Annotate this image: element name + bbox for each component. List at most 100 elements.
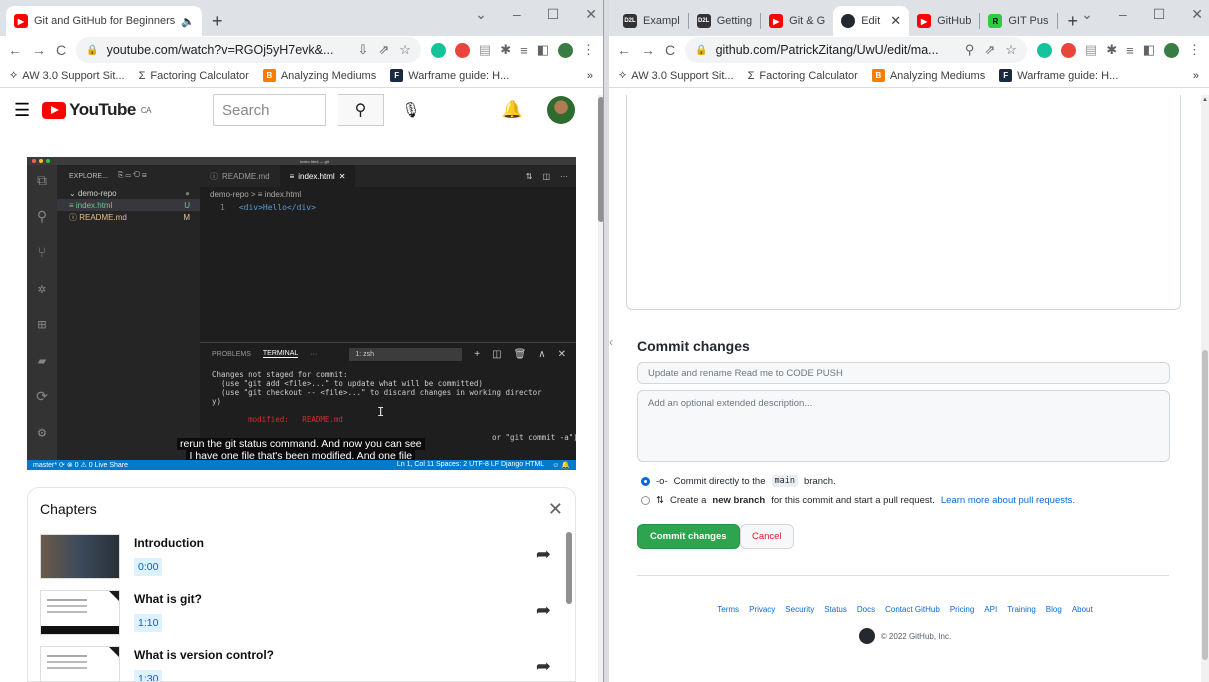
bookmark-item[interactable]: B Analyzing Mediums xyxy=(262,69,376,82)
back-icon[interactable]: ← xyxy=(8,42,22,58)
chapter-timestamp[interactable]: 1:10 xyxy=(134,614,163,632)
bookmark-item[interactable]: Σ Factoring Calculator xyxy=(139,70,249,82)
footer-link[interactable]: Blog xyxy=(1046,605,1062,614)
close-icon[interactable]: ✕ xyxy=(548,499,563,520)
footer-link[interactable]: Terms xyxy=(717,605,739,614)
back-icon[interactable]: ← xyxy=(617,42,631,58)
bookmark-item[interactable]: ⟡ AW 3.0 Support Sit... xyxy=(10,69,125,82)
bookmark-star-icon[interactable]: ☆ xyxy=(399,42,411,58)
bookmark-item[interactable]: Σ Factoring Calculator xyxy=(748,70,858,82)
bookmark-star-icon[interactable]: ☆ xyxy=(1005,42,1017,58)
chevron-down-icon[interactable]: ⌄ xyxy=(475,6,487,23)
reload-icon[interactable]: C xyxy=(56,42,66,58)
footer-link[interactable]: Security xyxy=(785,605,814,614)
hamburger-menu-icon[interactable]: ☰ xyxy=(14,100,30,121)
extensions-puzzle-icon[interactable]: ✱ xyxy=(1106,42,1117,58)
footer-link[interactable]: Docs xyxy=(857,605,875,614)
tab-edit[interactable]: Edit ✕ xyxy=(833,6,910,36)
maximize-icon[interactable]: ☐ xyxy=(547,6,560,23)
chapter-item[interactable]: What is git? 1:10 ➦ xyxy=(28,586,575,640)
footer-link[interactable]: Contact GitHub xyxy=(885,605,940,614)
close-window-icon[interactable]: ✕ xyxy=(585,6,597,23)
commit-description-textarea[interactable]: Add an optional extended description... xyxy=(637,390,1170,462)
search-button[interactable]: ⚲ xyxy=(337,94,384,126)
commit-new-branch-option[interactable]: ⇅ Create a new branch for this commit and … xyxy=(641,495,1075,506)
footer-link[interactable]: Training xyxy=(1007,605,1036,614)
cancel-button[interactable]: Cancel xyxy=(740,524,794,549)
commit-direct-option[interactable]: -o- Commit directly to the main branch. xyxy=(641,475,836,487)
profile-avatar-icon[interactable] xyxy=(558,42,573,58)
zoom-icon[interactable]: ⚲ xyxy=(965,42,975,58)
commit-changes-button[interactable]: Commit changes xyxy=(637,524,740,549)
chapter-timestamp[interactable]: 0:00 xyxy=(134,558,163,576)
reading-list-icon[interactable]: ≡ xyxy=(520,43,528,58)
close-window-icon[interactable]: ✕ xyxy=(1191,6,1203,23)
new-tab-button[interactable]: + xyxy=(202,6,233,36)
footer-link[interactable]: About xyxy=(1072,605,1093,614)
bookmark-item[interactable]: B Analyzing Mediums xyxy=(871,69,985,82)
tab[interactable]: D2L Getting xyxy=(689,6,760,36)
footer-link[interactable]: Privacy xyxy=(749,605,775,614)
file-editor-area[interactable] xyxy=(626,95,1181,310)
extension-icon[interactable] xyxy=(454,42,470,58)
tab[interactable]: D2L Exampl xyxy=(615,6,688,36)
extension-icon[interactable]: ▤ xyxy=(479,42,491,58)
menu-kebab-icon[interactable]: ⋮ xyxy=(582,42,595,58)
forward-icon[interactable]: → xyxy=(641,42,655,58)
reload-icon[interactable]: C xyxy=(665,42,675,58)
minimize-icon[interactable]: – xyxy=(513,6,521,23)
share-icon[interactable]: ➦ xyxy=(536,544,551,565)
install-icon[interactable]: ⇩ xyxy=(357,42,368,58)
side-panel-icon[interactable]: ◧ xyxy=(537,42,549,58)
voice-search-icon[interactable]: 🎙 xyxy=(396,95,426,125)
address-bar[interactable]: 🔒 github.com/PatrickZitang/UwU/edit/ma..… xyxy=(685,37,1027,63)
share-icon[interactable]: ➦ xyxy=(536,600,551,621)
commit-summary-input[interactable]: Update and rename Read me to CODE PUSH xyxy=(637,362,1170,384)
extension-icon[interactable]: ▤ xyxy=(1085,42,1097,58)
tab[interactable]: ▶ Git & G xyxy=(761,6,833,36)
learn-more-link[interactable]: Learn more about pull requests. xyxy=(941,495,1075,506)
chapter-item[interactable]: Introduction 0:00 ➦ xyxy=(28,530,575,584)
maximize-icon[interactable]: ☐ xyxy=(1153,6,1166,23)
notifications-bell-icon[interactable]: 🔔 xyxy=(502,100,523,120)
side-panel-icon[interactable]: ◧ xyxy=(1143,42,1155,58)
tab[interactable]: R GIT Pus xyxy=(980,6,1056,36)
footer-link[interactable]: Pricing xyxy=(950,605,974,614)
footer-link[interactable]: API xyxy=(984,605,997,614)
audio-icon[interactable]: 🔈 xyxy=(181,15,195,28)
more-bookmarks-icon[interactable]: » xyxy=(587,70,593,82)
chapters-scrollbar[interactable] xyxy=(566,532,572,604)
bookmark-item[interactable]: F Warframe guide: H... xyxy=(999,69,1118,82)
share-icon[interactable]: ⇗ xyxy=(984,42,995,58)
grammarly-extension-icon[interactable] xyxy=(430,42,446,58)
profile-avatar-icon[interactable] xyxy=(1164,42,1179,58)
youtube-logo[interactable]: YouTube CA xyxy=(42,100,151,120)
bookmark-item[interactable]: ⟡ AW 3.0 Support Sit... xyxy=(619,69,734,82)
radio-unselected[interactable] xyxy=(641,496,650,505)
extension-icon[interactable] xyxy=(1060,42,1076,58)
chevron-down-icon[interactable]: ⌄ xyxy=(1081,6,1093,23)
github-logo-icon[interactable] xyxy=(858,628,875,644)
footer-link[interactable]: Status xyxy=(824,605,847,614)
close-tab-icon[interactable]: ✕ xyxy=(890,13,901,29)
avatar[interactable] xyxy=(547,96,575,124)
chapter-item[interactable]: What is version control? 1:30 ➦ xyxy=(28,642,575,681)
page-scrollbar[interactable]: ▲ xyxy=(1201,95,1209,682)
scroll-up-icon[interactable]: ▲ xyxy=(1202,97,1208,103)
more-bookmarks-icon[interactable]: » xyxy=(1193,70,1199,82)
tab[interactable]: ▶ GitHub xyxy=(909,6,979,36)
extensions-puzzle-icon[interactable]: ✱ xyxy=(500,42,511,58)
menu-kebab-icon[interactable]: ⋮ xyxy=(1188,42,1201,58)
address-bar[interactable]: 🔒 youtube.com/watch?v=RGOj5yH7evk&... ⇩ ⇗… xyxy=(76,37,421,63)
chapter-timestamp[interactable]: 1:30 xyxy=(134,670,163,681)
search-input[interactable]: Search xyxy=(212,94,326,126)
share-icon[interactable]: ➦ xyxy=(536,656,551,677)
forward-icon[interactable]: → xyxy=(32,42,46,58)
video-player[interactable]: index.html — git ⧉ ⚲ ⑂ ✲ ⊞ ▰ ⟳ ⚙ EXPLORE... ⎘ ▭ … xyxy=(27,157,576,470)
bookmark-item[interactable]: F Warframe guide: H... xyxy=(390,69,509,82)
tab-youtube[interactable]: ▶ Git and GitHub for Beginners 🔈 ✕ xyxy=(6,6,202,36)
grammarly-extension-icon[interactable] xyxy=(1036,42,1052,58)
reading-list-icon[interactable]: ≡ xyxy=(1126,43,1134,58)
radio-selected[interactable] xyxy=(641,476,650,486)
minimize-icon[interactable]: – xyxy=(1119,6,1127,23)
